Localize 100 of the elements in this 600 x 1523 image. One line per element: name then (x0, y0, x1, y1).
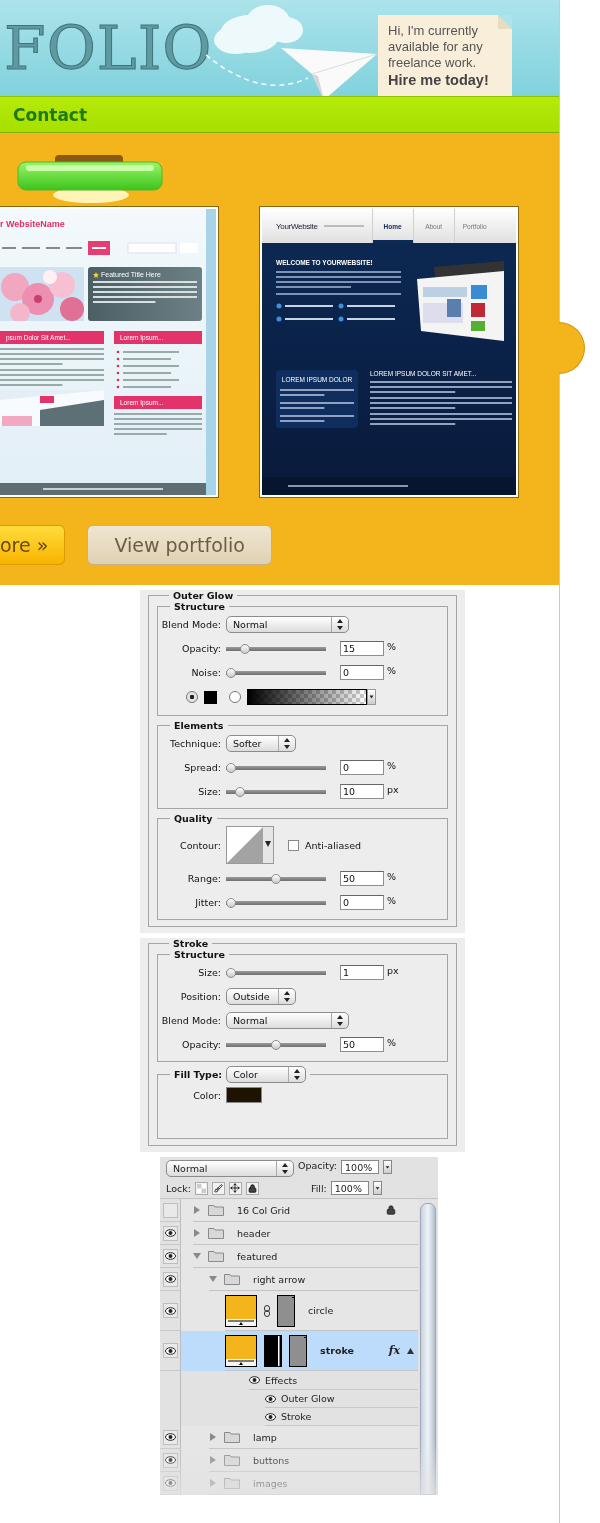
caret-icon (263, 827, 273, 863)
opacity-field[interactable]: 100% (341, 1160, 380, 1174)
visibility-toggle[interactable] (162, 1475, 178, 1491)
dropdown[interactable]: Normal (226, 1011, 349, 1029)
slider-thumb[interactable] (271, 1040, 281, 1050)
layer-row[interactable]: featured (181, 1245, 418, 1268)
layer-row[interactable]: buttons (181, 1449, 418, 1472)
triangle-right-icon[interactable] (209, 1456, 217, 1464)
blend-mode-dropdown[interactable]: Normal (166, 1160, 294, 1177)
layer-thumbnail[interactable] (225, 1334, 257, 1367)
fill-field[interactable]: 100% (330, 1181, 369, 1195)
lock-label: Lock: (166, 1182, 191, 1194)
action-button[interactable]: View portfolio (87, 525, 272, 565)
visibility-toggle[interactable] (162, 1248, 178, 1264)
collapse-triangle-icon[interactable] (407, 1347, 414, 1354)
triangle-right-icon[interactable] (193, 1206, 201, 1214)
layer-name: header (237, 1227, 271, 1239)
checkbox-label: Anti-aliased (305, 839, 362, 851)
brush-icon (213, 1183, 223, 1193)
slider-thumb[interactable] (226, 968, 236, 978)
eye-icon (265, 1394, 276, 1403)
visibility-toggle[interactable] (249, 1375, 261, 1385)
action-button[interactable]: ore » (0, 525, 66, 565)
lock-position-button[interactable] (228, 1181, 242, 1195)
effect-name: Outer Glow (281, 1393, 335, 1404)
folder-icon (208, 1204, 224, 1216)
slider-thumb[interactable] (239, 644, 250, 654)
eye-icon (164, 1229, 176, 1237)
nav-link[interactable]: Contact (13, 104, 88, 125)
dropdown[interactable]: Outside (226, 987, 296, 1005)
value-field[interactable]: 1 (340, 964, 384, 980)
contour-picker[interactable] (226, 826, 274, 864)
visibility-toggle[interactable] (162, 1202, 178, 1218)
unit-label: px (387, 783, 399, 795)
visibility-toggle[interactable] (162, 1271, 178, 1287)
folder-icon (208, 1227, 224, 1239)
lock-all-button[interactable] (245, 1181, 259, 1195)
fx-label[interactable]: fx (388, 1344, 400, 1357)
radio-button[interactable] (186, 691, 198, 703)
dropdown[interactable]: Softer (226, 734, 296, 752)
lock-pixels-button[interactable] (211, 1181, 225, 1195)
value-field[interactable]: 50 (340, 870, 384, 886)
move-icon (230, 1183, 241, 1193)
value-field[interactable]: 0 (340, 894, 384, 910)
effect-name: Stroke (281, 1411, 312, 1422)
mask-thumbnail[interactable] (289, 1334, 307, 1367)
layer-row[interactable]: right arrow (181, 1268, 418, 1291)
visibility-toggle[interactable] (265, 1393, 277, 1404)
visibility-toggle[interactable] (162, 1225, 178, 1241)
field-label: Range: (186, 872, 222, 884)
triangle-down-icon[interactable] (193, 1252, 201, 1260)
visibility-toggle[interactable] (162, 1303, 178, 1318)
lock-icon (247, 1183, 257, 1193)
value-field[interactable]: 15 (340, 640, 384, 656)
layer-row[interactable]: header (181, 1222, 418, 1245)
unit-label: % (387, 664, 397, 676)
layer-name: 16 Col Grid (237, 1204, 291, 1216)
triangle-right-icon[interactable] (209, 1433, 217, 1441)
value-field[interactable]: 0 (340, 759, 384, 775)
color-swatch[interactable] (226, 1087, 262, 1103)
triangle-right-icon[interactable] (193, 1229, 201, 1237)
triangle-down-icon[interactable] (209, 1275, 217, 1283)
mask-thumbnail[interactable] (277, 1294, 295, 1327)
caret-icon[interactable] (367, 689, 376, 705)
vector-mask-thumbnail[interactable] (264, 1334, 282, 1367)
layer-name: buttons (253, 1454, 290, 1466)
layer-row[interactable]: stroke fx (181, 1331, 418, 1371)
circle-tab[interactable] (559, 322, 585, 374)
visibility-toggle[interactable] (162, 1429, 178, 1445)
caret-icon[interactable] (383, 1160, 393, 1174)
visibility-toggle[interactable] (265, 1411, 277, 1422)
slider-thumb[interactable] (271, 874, 281, 884)
slider-thumb[interactable] (226, 898, 236, 908)
layer-thumbnail[interactable] (225, 1294, 257, 1327)
slider-thumb[interactable] (226, 668, 236, 678)
field-label: Technique: (168, 737, 222, 749)
color-swatch[interactable] (204, 690, 217, 704)
value-field[interactable]: 50 (340, 1036, 384, 1052)
checkbox[interactable] (288, 839, 299, 851)
value-field[interactable]: 0 (340, 664, 384, 680)
slider-thumb[interactable] (235, 787, 245, 797)
radio-button[interactable] (229, 691, 241, 703)
layer-row[interactable]: 16 Col Grid (181, 1199, 418, 1222)
unit-label: % (387, 759, 397, 771)
folder-icon (224, 1431, 240, 1443)
dropdown[interactable]: Normal (226, 615, 349, 633)
group-title: Structure (173, 601, 226, 612)
value-field[interactable]: 10 (340, 783, 384, 799)
visibility-toggle[interactable] (162, 1452, 178, 1468)
dropdown[interactable]: Color (226, 1066, 307, 1083)
field-label: Opacity: (180, 642, 222, 654)
gradient-swatch[interactable] (247, 689, 367, 705)
layer-row[interactable]: lamp (181, 1426, 418, 1449)
caret-icon[interactable] (372, 1181, 382, 1195)
folder-icon (224, 1454, 240, 1466)
layer-row[interactable]: circle (181, 1291, 418, 1331)
field-label: Color: (192, 1089, 222, 1101)
slider-thumb[interactable] (226, 763, 236, 773)
scrollbar[interactable] (420, 1203, 436, 1495)
visibility-toggle[interactable] (162, 1343, 178, 1358)
